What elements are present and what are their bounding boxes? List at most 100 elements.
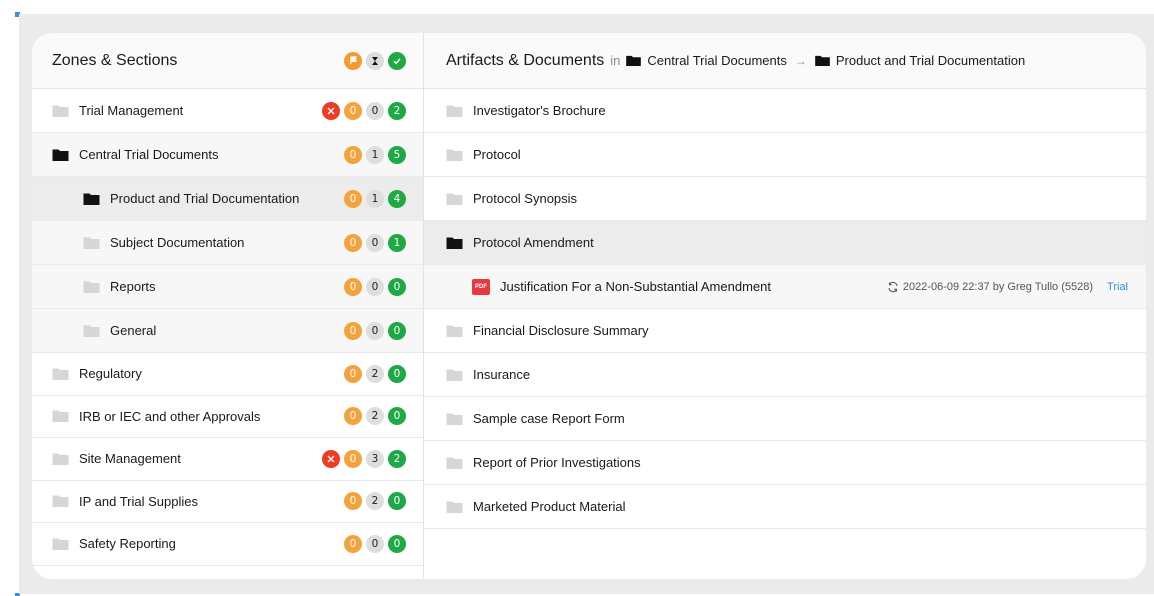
folder-icon	[446, 413, 463, 425]
in-progress-count: 3	[366, 449, 384, 468]
zone-row[interactable]: Trial Management 0 0 2	[32, 89, 423, 133]
sync-icon	[888, 281, 898, 292]
in-progress-count: 1	[366, 145, 384, 164]
check-icon	[388, 51, 406, 70]
status-counts: 000	[344, 534, 406, 553]
artifact-row[interactable]: Sample case Report Form	[424, 397, 1146, 441]
status-counts: 020	[344, 407, 406, 426]
artifacts-panel: Artifacts & Documents in Central Trial D…	[424, 33, 1146, 579]
status-counts: 020	[344, 492, 406, 511]
app-background: Zones & Sections Trial Management 0 0 2 Cent…	[19, 14, 1154, 594]
artifact-label: Sample case Report Form	[473, 411, 625, 426]
zone-label-group: General	[83, 323, 156, 338]
approved-count: 0	[388, 492, 406, 511]
artifact-label: Report of Prior Investigations	[473, 455, 641, 470]
artifact-label-group: Protocol	[446, 147, 521, 162]
pending-count: 0	[344, 145, 362, 164]
folder-icon	[52, 410, 69, 423]
artifact-row[interactable]: Financial Disclosure Summary	[424, 309, 1146, 353]
pending-count: 0	[344, 407, 362, 426]
artifact-row[interactable]: Marketed Product Material	[424, 485, 1146, 529]
approved-count: 2	[388, 449, 406, 468]
zone-label: Subject Documentation	[110, 235, 245, 250]
artifact-label: Financial Disclosure Summary	[473, 323, 649, 338]
zone-row[interactable]: IP and Trial Supplies 0 2 0	[32, 481, 423, 523]
status-counts: 002	[322, 101, 406, 120]
folder-icon	[52, 538, 69, 550]
in-progress-count: 0	[366, 534, 384, 553]
zone-label: Product and Trial Documentation	[110, 191, 300, 206]
folder-icon	[446, 149, 463, 161]
zone-label-group: Subject Documentation	[83, 235, 244, 250]
pending-count: 0	[344, 189, 362, 208]
folder-icon	[52, 453, 69, 465]
artifact-label: Protocol	[473, 147, 521, 162]
folder-icon	[83, 281, 100, 293]
zones-header: Zones & Sections	[32, 33, 423, 89]
folder-icon	[446, 457, 463, 469]
zone-label: IP and Trial Supplies	[79, 493, 198, 509]
breadcrumb-in-label: in	[610, 53, 621, 68]
zone-label: IRB or IEC and other Approvals	[79, 408, 261, 424]
pending-count: 0	[344, 449, 362, 468]
zone-row[interactable]: General 0 0 0	[32, 309, 423, 353]
document-title[interactable]: Justification For a Non-Substantial Amen…	[500, 279, 887, 294]
artifact-label-group: Protocol Synopsis	[446, 191, 577, 206]
artifact-label-group: Investigator's Brochure	[446, 103, 606, 118]
document-row[interactable]: PDF Justification For a Non-Substantial A…	[424, 265, 1146, 309]
zone-list: Trial Management 0 0 2 Central Trial Documen…	[32, 89, 423, 566]
folder-icon	[52, 495, 69, 508]
approved-count: 0	[388, 321, 406, 340]
zone-row[interactable]: Reports 0 0 0	[32, 265, 423, 309]
artifact-label: Protocol Amendment	[473, 235, 594, 250]
approved-count: 5	[388, 145, 406, 164]
artifacts-title: Artifacts & Documents	[446, 51, 605, 69]
artifact-label: Investigator's Brochure	[473, 103, 606, 118]
approved-count: 2	[388, 101, 406, 120]
pending-count: 0	[344, 321, 362, 340]
approved-count: 0	[388, 534, 406, 553]
artifact-row[interactable]: Protocol Amendment	[424, 221, 1146, 265]
zone-row[interactable]: IRB or IEC and other Approvals 0 2 0	[32, 396, 423, 438]
artifact-row[interactable]: Investigator's Brochure	[424, 89, 1146, 133]
artifact-row[interactable]: Protocol	[424, 133, 1146, 177]
pending-count: 0	[344, 233, 362, 252]
artifact-row[interactable]: Report of Prior Investigations	[424, 441, 1146, 485]
artifact-label-group: Marketed Product Material	[446, 499, 625, 514]
in-progress-count: 0	[366, 101, 384, 120]
artifact-row[interactable]: Protocol Synopsis	[424, 177, 1146, 221]
in-progress-count: 2	[366, 364, 384, 383]
breadcrumb-item-product-and-trial-documentation[interactable]: Product and Trial Documentation	[836, 53, 1025, 68]
zones-panel: Zones & Sections Trial Management 0 0 2 Cent…	[32, 33, 424, 579]
in-progress-count: 2	[366, 492, 384, 511]
zone-row[interactable]: Central Trial Documents 0 1 5	[32, 133, 423, 177]
arrow-right-icon: →	[794, 53, 807, 68]
zone-label: General	[110, 323, 157, 338]
status-counts: 015	[344, 145, 406, 164]
status-counts: 000	[344, 321, 406, 340]
status-legend	[344, 51, 406, 70]
folder-icon	[52, 368, 69, 380]
zone-label-group: Central Trial Documents	[52, 147, 218, 162]
status-counts: 014	[344, 189, 406, 208]
folder-icon	[83, 325, 100, 337]
zone-row[interactable]: Site Management 0 3 2	[32, 438, 423, 481]
artifact-list: Investigator's Brochure Protocol Protocol …	[424, 89, 1146, 529]
zone-row[interactable]: Regulatory 0 2 0	[32, 353, 423, 396]
status-counts: 000	[344, 277, 406, 296]
breadcrumb-item-central-trial-documents[interactable]: Central Trial Documents	[647, 53, 786, 68]
zone-label-group: Trial Management	[52, 103, 183, 118]
zone-label-group: Reports	[83, 279, 156, 294]
hourglass-icon	[366, 51, 384, 70]
error-icon	[322, 101, 340, 120]
pending-count: 0	[344, 364, 362, 383]
zone-row[interactable]: Subject Documentation 0 0 1	[32, 221, 423, 265]
artifact-row[interactable]: Insurance	[424, 353, 1146, 397]
status-counts: 001	[344, 233, 406, 252]
artifact-label-group: Protocol Amendment	[446, 235, 594, 250]
zone-row[interactable]: Safety Reporting 0 0 0	[32, 523, 423, 566]
in-progress-count: 0	[366, 233, 384, 252]
flag-icon	[344, 51, 362, 70]
zone-row[interactable]: Product and Trial Documentation 0 1 4	[32, 177, 423, 221]
document-tag-link[interactable]: Trial	[1107, 281, 1128, 293]
